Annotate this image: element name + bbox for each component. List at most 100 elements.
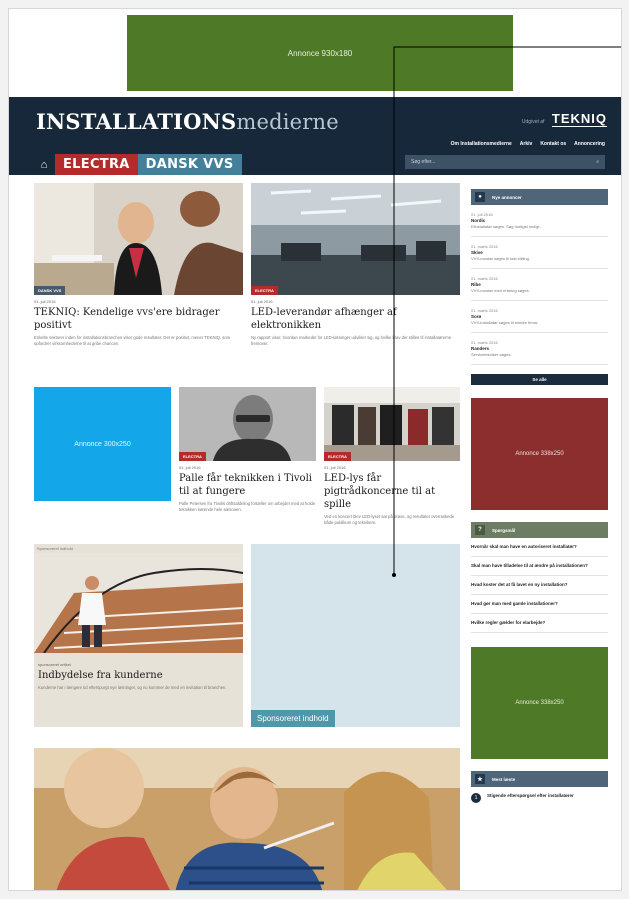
job-text: Elinstallatør søges. Søg hurtigst muligt… [471, 224, 541, 229]
article-teaser: Enkelte sektorer inden for installations… [34, 335, 231, 346]
sponsored-date: sponsoreret artikel [38, 662, 71, 667]
nav-about[interactable]: Om Installationsmedierne [451, 141, 512, 147]
top-nav: Om Installationsmedierne Arkiv Kontakt o… [451, 141, 605, 147]
nav-contact[interactable]: Kontakt os [540, 141, 566, 147]
person-icon: ● [475, 192, 485, 202]
article-date: 01. juli 2016 [179, 465, 201, 470]
article-teaser: Ny rapport viser, hvordan markedet for L… [251, 335, 452, 346]
sponsored-placeholder[interactable]: Sponsoreret indhold [251, 544, 460, 727]
red-ad[interactable]: Annonce 338x250 [471, 398, 608, 510]
publisher-logo[interactable]: Udgivet af TEKNIQ [522, 110, 607, 128]
category-badge: ELECTRA [251, 286, 278, 295]
job-date: 01. marts 2016 [471, 340, 498, 345]
category-badge: ELECTRA [324, 452, 351, 461]
children-photo [34, 748, 460, 890]
most-read-title-link[interactable]: Stigende efterspørgsel efter installatør… [487, 793, 574, 803]
search-input[interactable]: Søg efter... ⌕ [405, 155, 605, 169]
article-card[interactable]: ELECTRA 01. juli 2016 Palle får teknikke… [179, 387, 316, 513]
jobs-header: ● Nye annoncer [471, 189, 608, 205]
nav-archive[interactable]: Arkiv [520, 141, 533, 147]
qa-title: Spørgsmål [492, 527, 516, 533]
top-banner-ad[interactable]: Annonce 930x180 [127, 15, 513, 91]
section-tabs: ⌂ ELECTRA DANSK VVS [33, 154, 242, 175]
blue-ad-label: Annonce 300x250 [74, 440, 131, 448]
search-icon[interactable]: ⌕ [596, 159, 599, 165]
job-text: VVS-montør søges til fast stilling. [471, 256, 530, 261]
job-text: Servicetekniker søges. [471, 352, 512, 357]
qa-header: ? Spørgsmål [471, 522, 608, 538]
jobs-title: Nye annoncer [492, 194, 522, 200]
article-card[interactable]: ELECTRA 01. juli 2016 LED-leverandør afh… [251, 183, 460, 347]
brand-light: medierne [236, 110, 339, 134]
job-date: 01. marts 2016 [471, 244, 498, 249]
article-date: 01. juli 2016 [34, 299, 56, 304]
search-placeholder: Søg efter... [411, 159, 436, 165]
job-location: Skive [471, 250, 483, 255]
see-all-jobs-button[interactable]: Se alle [471, 374, 608, 385]
article-card[interactable]: DANSK VVS 01. juli 2016 TEKNIQ: Kendelig… [34, 183, 243, 347]
article-image[interactable]: DANSK VVS [34, 183, 243, 295]
site-header: INSTALLATIONSmedierne Udgivet af TEKNIQ … [9, 97, 621, 175]
rank-number: 1 [471, 793, 481, 803]
store-photo [324, 387, 460, 461]
article-title[interactable]: LED-lys får pigtrådkoncerne til at spill… [324, 472, 460, 511]
hero-image[interactable] [34, 748, 460, 890]
star-icon: ★ [475, 774, 485, 784]
question-link[interactable]: Hvad gør man med gamle installationer? [471, 595, 608, 614]
most-read-header: ★ Mest læste [471, 771, 608, 787]
site-logo[interactable]: INSTALLATIONSmedierne [36, 109, 339, 134]
sponsored-title[interactable]: Indbydelse fra kunderne [38, 669, 239, 682]
job-text: VVS-montør med erfaring søges. [471, 288, 530, 293]
tab-dansk-vvs[interactable]: DANSK VVS [137, 154, 242, 175]
category-badge: DANSK VVS [34, 286, 66, 295]
category-badge: ELECTRA [179, 452, 206, 461]
home-icon[interactable]: ⌂ [33, 154, 55, 175]
job-listing[interactable]: 01. juli 2016 Nordic Elinstallatør søges… [471, 212, 608, 237]
job-location: Ribe [471, 282, 481, 287]
article-image[interactable]: ELECTRA [324, 387, 460, 461]
job-listing[interactable]: 01. marts 2016 Skive VVS-montør søges ti… [471, 244, 608, 269]
job-listing[interactable]: 01. marts 2016 Randers Servicetekniker s… [471, 340, 608, 365]
red-ad-label: Annonce 338x250 [515, 451, 564, 457]
sponsored-article[interactable]: Sponsoreret indhold sponsoreret artikel … [34, 544, 244, 727]
article-title[interactable]: LED-leverandør afhænger af elektronikken [251, 306, 460, 332]
job-text: VVS-installatør søges til mindre firma. [471, 320, 539, 325]
top-ad-label: Annonce 930x180 [287, 48, 353, 58]
question-link[interactable]: Hvilke regler gælder for elarbejde? [471, 614, 608, 633]
meeting-photo [34, 183, 243, 295]
article-title[interactable]: TEKNIQ: Kendelige vvs'ere bidrager posit… [34, 306, 243, 332]
portrait-photo [179, 387, 316, 461]
staircase-photo [34, 553, 244, 654]
green-ad-label: Annonce 338x250 [515, 700, 564, 706]
brand-bold: INSTALLATIONS [36, 109, 237, 134]
nav-advertising[interactable]: Annoncering [574, 141, 605, 147]
most-read-item[interactable]: 1 Stigende efterspørgsel efter installat… [471, 793, 608, 803]
tab-electra[interactable]: ELECTRA [55, 154, 138, 175]
question-link[interactable]: Hvad koster det at få lavet en ny instal… [471, 576, 608, 595]
job-date: 01. marts 2016 [471, 276, 498, 281]
job-location: Randers [471, 346, 490, 351]
article-card[interactable]: ELECTRA 01. juli 2016 LED-lys får pigtrå… [324, 387, 460, 526]
job-location: Sorø [471, 314, 482, 319]
question-link[interactable]: Skal man have tilladelse til at ændre på… [471, 557, 608, 576]
question-icon: ? [475, 525, 485, 535]
question-link[interactable]: Hvornår skal man have en autoriseret ins… [471, 538, 608, 557]
article-teaser: Palle Petersen fra Tivolis driftsafdelin… [179, 501, 316, 512]
page-frame: Annonce 930x180 INSTALLATIONSmedierne Ud… [8, 8, 622, 891]
article-date: 01. juli 2016 [251, 299, 273, 304]
job-date: 01. marts 2016 [471, 308, 498, 313]
article-image[interactable]: ELECTRA [179, 387, 316, 461]
publisher-pre: Udgivet af [521, 119, 545, 125]
tekniq-logo: TEKNIQ [551, 111, 607, 127]
article-title[interactable]: Palle får teknikken i Tivoli til at fung… [179, 472, 316, 498]
blue-ad[interactable]: Annonce 300x250 [34, 387, 171, 501]
sponsored-pre: Sponsoreret indhold [37, 546, 73, 551]
job-date: 01. juli 2016 [471, 212, 493, 217]
green-ad[interactable]: Annonce 338x250 [471, 647, 608, 759]
article-date: 01. juli 2016 [324, 465, 346, 470]
job-listing[interactable]: 01. marts 2016 Ribe VVS-montør med erfar… [471, 276, 608, 301]
job-listing[interactable]: 01. marts 2016 Sorø VVS-installatør søge… [471, 308, 608, 333]
sponsored-teaser: Kunderne har i længere tid efterspurgt n… [38, 685, 227, 690]
sponsored-label[interactable]: Sponsoreret indhold [251, 710, 335, 727]
article-image[interactable]: ELECTRA [251, 183, 460, 295]
